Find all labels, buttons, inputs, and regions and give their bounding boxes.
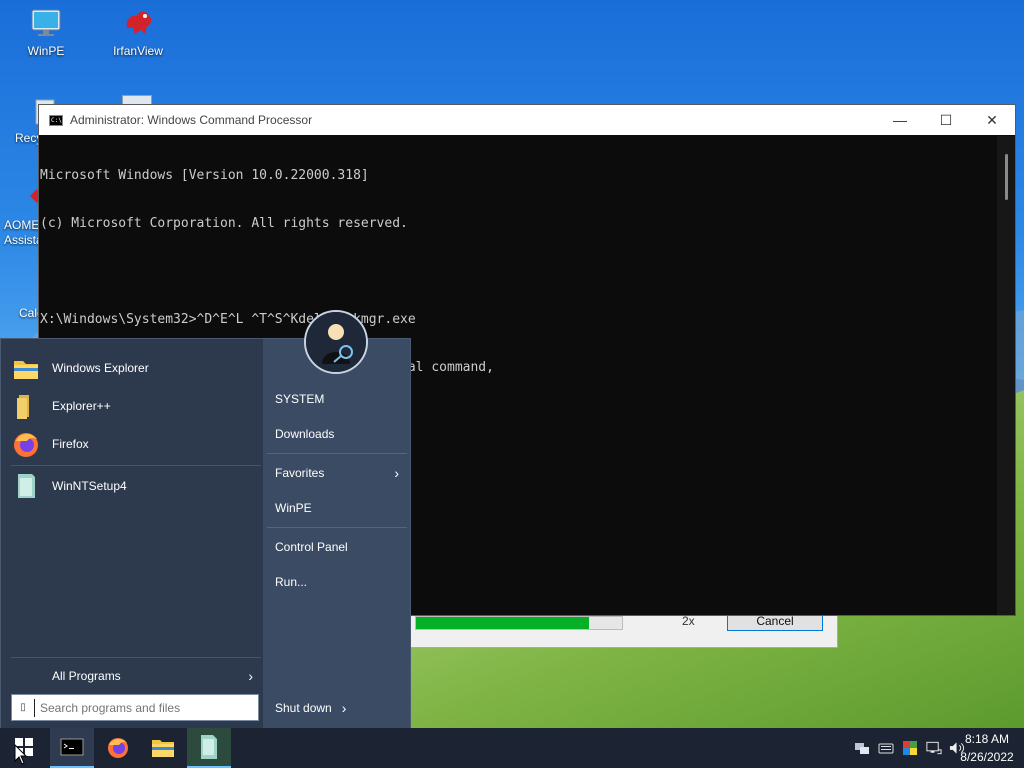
program-label: Firefox (52, 437, 89, 451)
start-menu: Windows Explorer Explorer++ Firefox WinN… (0, 338, 411, 730)
console-line: (c) Microsoft Corporation. All rights re… (40, 216, 408, 231)
separator (11, 465, 261, 466)
start-menu-programs-pane: Windows Explorer Explorer++ Firefox WinN… (1, 339, 263, 730)
file-explorer-icon (151, 736, 175, 761)
text-caret (34, 698, 35, 717)
program-label: Explorer++ (52, 399, 111, 413)
setup-icon (11, 471, 41, 501)
system-tray (853, 728, 966, 768)
scrollbar-thumb[interactable] (1005, 154, 1008, 200)
taskbar: 8:18 AM 8/26/2022 (0, 728, 1024, 768)
program-explorer-plus-plus[interactable]: Explorer++ (11, 389, 261, 423)
program-firefox[interactable]: Firefox (11, 427, 261, 461)
cmd-titlebar[interactable]: Administrator: Windows Command Processor… (39, 105, 1015, 135)
downloads-label: Downloads (275, 427, 335, 441)
winntsetup-icon (198, 734, 220, 763)
firefox-icon (11, 429, 41, 459)
console-line: Microsoft Windows [Version 10.0.22000.31… (40, 168, 369, 183)
firefox-icon (106, 735, 130, 762)
folder-plus-icon (11, 391, 41, 421)
folder-icon (11, 353, 41, 383)
monitor-icon (29, 6, 63, 40)
chevron-right-icon[interactable]: › (342, 700, 347, 716)
minimize-button[interactable]: — (877, 105, 923, 135)
search-box[interactable]: ▯ (11, 694, 259, 721)
favorites-label: Favorites (275, 466, 325, 480)
start-item-favorites[interactable]: Favorites › (265, 457, 409, 489)
chevron-right-icon: › (248, 668, 253, 684)
program-label: WinNTSetup4 (52, 479, 127, 493)
user-avatar[interactable] (304, 310, 368, 374)
mouse-cursor-icon (14, 743, 28, 768)
irfanview-icon (121, 6, 155, 40)
taskbar-file-explorer[interactable] (141, 728, 185, 768)
desktop-icon-aomei-label: AOME (4, 218, 40, 232)
clock-date: 8/26/2022 (960, 750, 1014, 764)
color-icon[interactable] (901, 741, 918, 755)
window-title: Administrator: Windows Command Processor (70, 113, 313, 127)
taskbar-clock[interactable]: 8:18 AM 8/26/2022 (958, 730, 1016, 766)
shutdown-button[interactable]: Shut down › (265, 694, 365, 722)
program-windows-explorer[interactable]: Windows Explorer (11, 351, 261, 385)
desktop-icon-irfanview[interactable]: IrfanView (103, 6, 173, 58)
search-input[interactable] (40, 700, 258, 715)
taskbar-winntsetup[interactable] (187, 728, 231, 768)
cmd-icon (49, 114, 63, 126)
taskbar-cmd[interactable] (50, 728, 94, 768)
separator (267, 527, 407, 528)
start-item-winpe[interactable]: WinPE (265, 492, 409, 524)
network-share-icon[interactable] (853, 741, 870, 755)
desktop-icon-label: IrfanView (113, 44, 163, 58)
scrollbar[interactable] (997, 136, 1015, 615)
all-programs-button[interactable]: All Programs › (11, 661, 261, 691)
run-label: Run... (275, 575, 308, 589)
cmd-icon (60, 738, 84, 759)
program-label: Windows Explorer (52, 361, 149, 375)
all-programs-label: All Programs (52, 669, 121, 683)
winpe-label: WinPE (275, 501, 312, 515)
network-icon[interactable] (925, 741, 942, 755)
desktop-icon-label: WinPE (27, 44, 65, 58)
chevron-right-icon: › (394, 465, 399, 481)
maximize-button[interactable]: ☐ (923, 105, 969, 135)
start-item-system[interactable]: SYSTEM (265, 383, 409, 415)
desktop-icon-aomei-label-2: Assista (4, 233, 43, 247)
user-name: SYSTEM (275, 392, 325, 406)
search-icon: ▯ (20, 702, 26, 713)
clock-time: 8:18 AM (964, 732, 1010, 746)
taskbar-firefox[interactable] (96, 728, 140, 768)
desktop-icon-winpe[interactable]: WinPE (11, 6, 81, 58)
program-winntsetup4[interactable]: WinNTSetup4 (11, 469, 261, 503)
separator (267, 453, 407, 454)
separator (11, 657, 261, 658)
shutdown-label: Shut down (275, 701, 332, 715)
keyboard-icon[interactable] (877, 741, 894, 755)
start-item-downloads[interactable]: Downloads (265, 418, 409, 450)
start-item-control-panel[interactable]: Control Panel (265, 531, 409, 563)
close-button[interactable]: ✕ (969, 105, 1015, 135)
start-item-run[interactable]: Run... (265, 566, 409, 598)
console-line: X:\Windows\System32>^D^E^L ^T^S^Kdel tas… (40, 312, 416, 327)
control-panel-label: Control Panel (275, 540, 348, 554)
